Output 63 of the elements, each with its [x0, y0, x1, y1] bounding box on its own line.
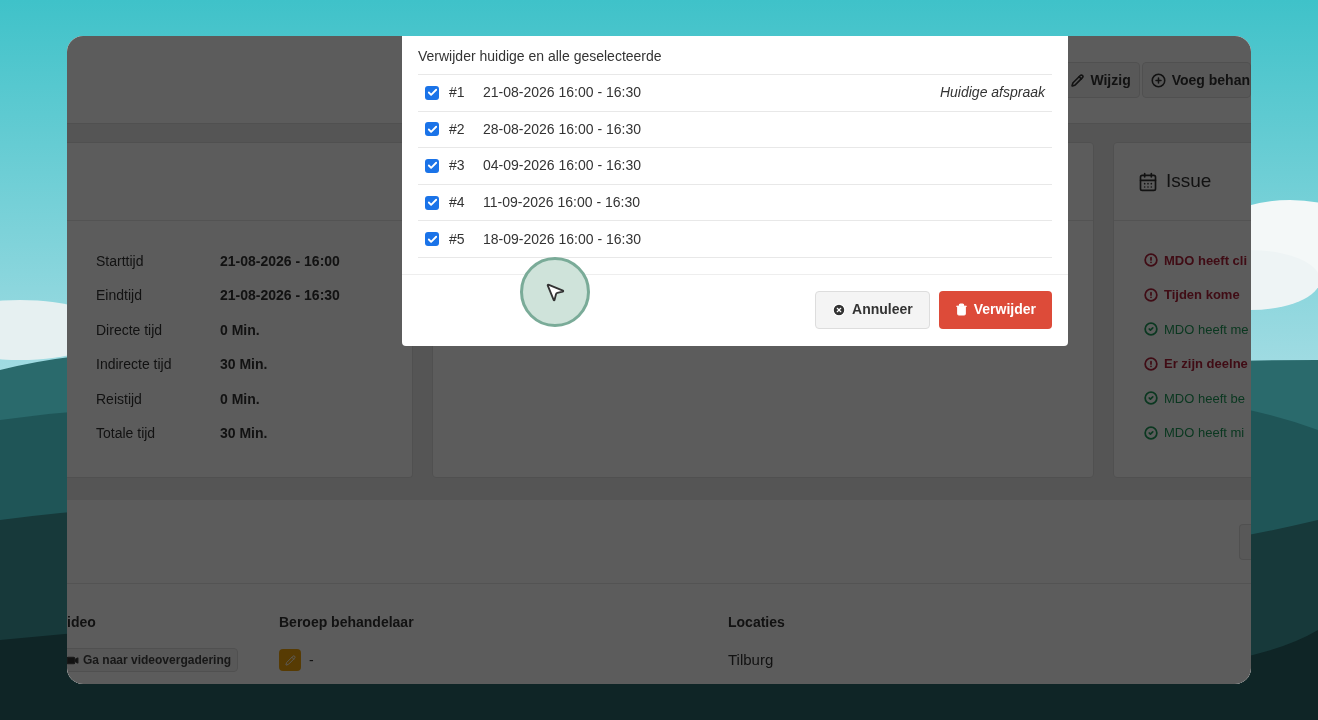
detail-value: 21-08-2026 - 16:00 [220, 251, 340, 271]
appointment-number: #4 [449, 193, 466, 213]
detail-value: 21-08-2026 - 16:30 [220, 286, 340, 306]
detail-label: Indirecte tijd [96, 355, 173, 375]
issue-text: MDO heeft mi [1164, 424, 1245, 442]
appointment-time: 21-08-2026 16:00 - 16:30 [483, 83, 641, 103]
issue-text: MDO heeft be [1164, 389, 1245, 408]
checkbox[interactable] [425, 85, 439, 100]
delete-button[interactable]: Verwijder [938, 290, 1052, 329]
check-icon [426, 197, 438, 209]
close-circle-icon [832, 302, 847, 317]
alert-icon [1144, 287, 1158, 302]
detail-value: 30 Min. [220, 424, 268, 444]
check-icon [426, 87, 438, 99]
toolbar-button[interactable]: Voeg behan [1141, 62, 1251, 98]
appointment-time: 28-08-2026 16:00 - 16:30 [483, 119, 641, 139]
column-header: Beroep behandelaar [279, 613, 415, 632]
detail-label: Starttijd [96, 251, 145, 271]
cancel-button[interactable]: Annuleer [815, 290, 930, 329]
pencil-icon [1071, 73, 1085, 87]
trash-icon [954, 303, 968, 317]
issue-text: MDO heeft cli [1164, 251, 1248, 270]
checkbox[interactable] [425, 122, 439, 137]
appointment-number: #1 [449, 83, 466, 103]
table-cell-text: - [309, 650, 314, 670]
appointment-time: 11-09-2026 16:00 - 16:30 [483, 193, 640, 213]
current-appointment-note: Huidige afspraak [939, 83, 1045, 103]
detail-label: Reistijd [96, 389, 143, 409]
checkbox[interactable] [425, 232, 439, 247]
card-title: Issue [1166, 169, 1212, 194]
detail-label: Directe tijd [96, 320, 164, 340]
check-icon [426, 233, 438, 245]
appointment-number: #2 [449, 119, 466, 139]
checkbox[interactable] [425, 159, 439, 173]
check-icon [426, 160, 438, 172]
detail-label: Totale tijd [96, 424, 157, 444]
check-icon [426, 123, 438, 135]
cursor-icon [544, 281, 566, 303]
video-link-button[interactable]: Ga naar videovergadering [67, 648, 239, 672]
checkbox[interactable] [425, 195, 439, 210]
alert-icon [1144, 253, 1158, 268]
pencil-icon [284, 654, 296, 666]
table-cell-text: Tilburg [728, 649, 774, 670]
appointment-number: #5 [449, 229, 466, 249]
check-circle-icon [1144, 391, 1158, 406]
column-header: Locaties [728, 613, 786, 632]
column-header: ideo [67, 613, 97, 632]
detail-value: 0 Min. [220, 320, 260, 340]
dialog-title: Verwijder huidige en alle geselecteerde [418, 46, 663, 66]
calendar-icon [1138, 171, 1158, 192]
plus-circle-icon [1150, 72, 1166, 88]
appointment-number: #3 [449, 156, 466, 176]
appointment-time: 04-09-2026 16:00 - 16:30 [483, 156, 641, 176]
detail-value: 0 Min. [220, 389, 260, 409]
issue-text: Tijden kome [1164, 286, 1240, 304]
appointment-time: 18-09-2026 16:00 - 16:30 [483, 229, 641, 249]
detail-label: Eindtijd [96, 286, 143, 306]
issue-text: Er zijn deelne [1164, 355, 1248, 373]
check-circle-icon [1144, 425, 1158, 440]
check-circle-icon [1144, 322, 1158, 337]
detail-value: 30 Min. [220, 355, 268, 375]
alert-icon [1144, 356, 1158, 371]
issue-text: MDO heeft me [1164, 320, 1249, 339]
